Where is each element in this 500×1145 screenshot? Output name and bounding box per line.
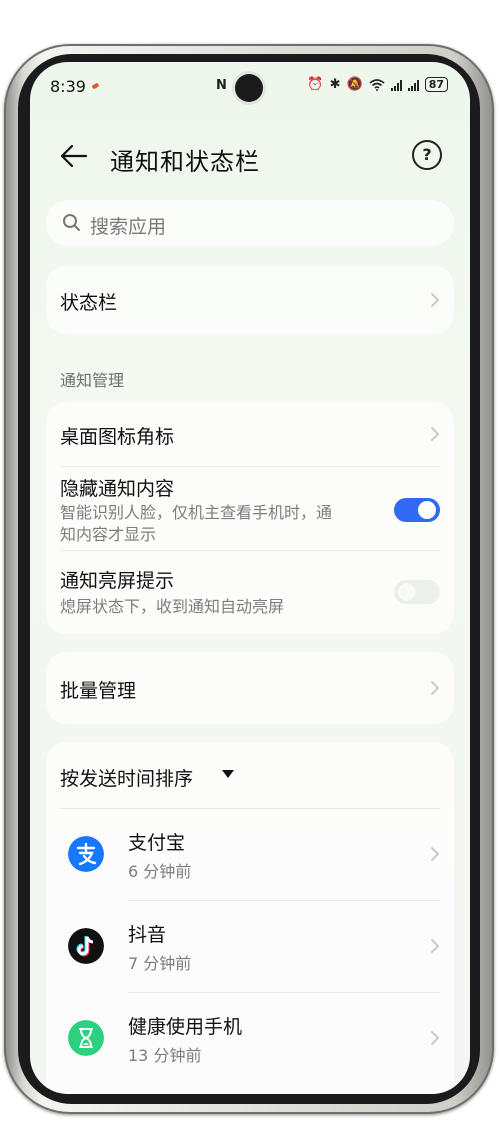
alipay-icon: [68, 836, 104, 872]
front-camera: [235, 74, 263, 102]
notification-dot-icon: [91, 82, 100, 90]
app-row-douyin[interactable]: 抖音 7 分钟前: [46, 900, 454, 992]
batch-management-row[interactable]: 批量管理: [46, 652, 454, 724]
chevron-right-icon: [431, 1031, 440, 1045]
help-icon[interactable]: ?: [412, 140, 442, 170]
status-time: 8:39: [50, 77, 86, 96]
section-label-notification-management: 通知管理: [60, 371, 125, 390]
status-bar-label: 状态栏: [60, 292, 118, 314]
sort-label: 按发送时间排序: [60, 768, 194, 790]
chevron-right-icon: [431, 939, 440, 953]
desktop-badge-label: 桌面图标角标: [60, 426, 175, 448]
sort-dropdown[interactable]: 按发送时间排序: [46, 742, 266, 808]
chevron-right-icon: [431, 293, 440, 307]
divider: [60, 550, 440, 551]
app-row-health[interactable]: 健康使用手机 13 分钟前: [46, 992, 454, 1084]
page-title: 通知和状态栏: [110, 148, 260, 176]
status-bar: 8:39 N ⏰ ✱ 🔕 87: [30, 62, 470, 112]
battery-level: 87: [424, 77, 448, 92]
notification-management-card: 桌面图标角标 隐藏通知内容 智能识别人脸，仅机主查看手机时，通 知内容才显示 通…: [46, 402, 454, 634]
desktop-badge-row[interactable]: 桌面图标角标: [46, 402, 454, 466]
status-icons: ⏰ ✱ 🔕 87: [307, 77, 448, 92]
chevron-right-icon: [431, 847, 440, 861]
divider: [60, 466, 440, 467]
toggle-knob: [418, 501, 436, 519]
hide-notification-content-description-2: 知内容才显示: [60, 525, 157, 544]
back-arrow-icon[interactable]: [58, 142, 90, 170]
wifi-icon: [369, 78, 385, 91]
signal-icon: [390, 79, 402, 91]
chevron-right-icon: [431, 427, 440, 441]
search-placeholder: 搜索应用: [90, 216, 167, 238]
signal-icon-2: [407, 79, 419, 91]
douyin-icon: [68, 928, 104, 964]
app-name: 支付宝: [128, 832, 186, 854]
toggle-knob: [398, 583, 416, 601]
screen: 8:39 N ⏰ ✱ 🔕 87 通知和状态栏 ? 搜索应用 状态栏 通知管理 桌…: [30, 62, 470, 1094]
wake-screen-toggle[interactable]: [394, 580, 440, 604]
hide-notification-content-toggle[interactable]: [394, 498, 440, 522]
wake-screen-description: 熄屏状态下，收到通知自动亮屏: [60, 597, 285, 616]
app-time: 13 分钟前: [128, 1046, 202, 1065]
search-icon: [63, 214, 80, 231]
alarm-icon: ⏰: [307, 77, 324, 92]
hide-notification-content-description-1: 智能识别人脸，仅机主查看手机时，通: [60, 503, 333, 522]
batch-management-label: 批量管理: [60, 680, 137, 702]
wake-screen-label: 通知亮屏提示: [60, 570, 175, 592]
nfc-icon: N: [216, 78, 227, 93]
bluetooth-icon: ✱: [329, 77, 341, 92]
app-name: 抖音: [128, 924, 167, 946]
caret-down-icon: [222, 770, 234, 778]
chevron-right-icon: [431, 681, 440, 695]
search-bar[interactable]: 搜索应用: [46, 200, 454, 246]
hourglass-icon: [68, 1020, 104, 1056]
page-header: 通知和状态栏 ?: [30, 132, 470, 182]
app-row-alipay[interactable]: 支付宝 6 分钟前: [46, 808, 454, 900]
status-bar-setting[interactable]: 状态栏: [46, 266, 454, 334]
hide-notification-content-label: 隐藏通知内容: [60, 478, 175, 500]
app-time: 7 分钟前: [128, 954, 192, 973]
app-name: 健康使用手机: [128, 1016, 243, 1038]
app-list-card: 按发送时间排序 支付宝 6 分钟前 抖音 7 分钟前 健康使用手机 13 分钟前: [46, 742, 454, 1094]
app-time: 6 分钟前: [128, 862, 192, 881]
mute-icon: 🔕: [346, 77, 363, 92]
